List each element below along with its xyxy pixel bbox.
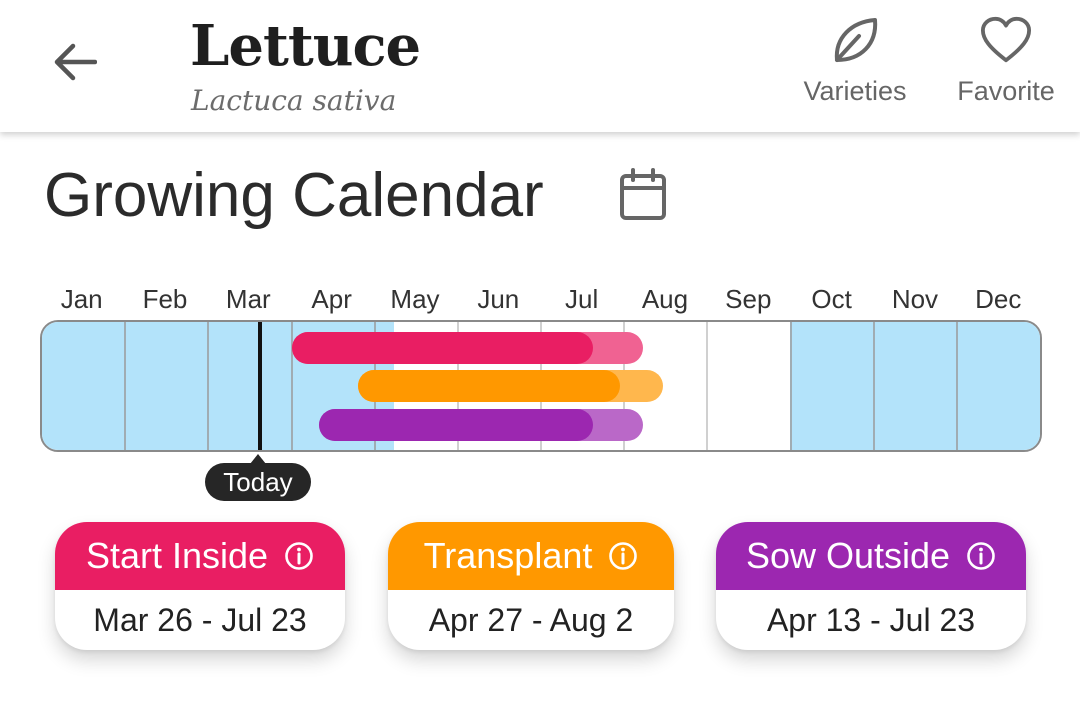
scientific-name: Lactuca sativa (191, 84, 397, 117)
varieties-label: Varieties (803, 76, 907, 106)
month-label: Nov (891, 284, 939, 314)
month-label: Jun (477, 284, 520, 314)
date-range: Apr 13 - Jul 23 (766, 601, 976, 638)
info-icon[interactable] (608, 541, 638, 571)
month-label: Oct (811, 284, 852, 314)
month-gridline (789, 322, 792, 450)
heart-outline-icon (980, 14, 1032, 66)
month-label: Mar (225, 284, 271, 314)
info-icon[interactable] (284, 541, 314, 571)
card-title: Start Inside (85, 535, 269, 576)
section-title: Growing Calendar (44, 161, 544, 230)
date-range: Apr 27 - Aug 2 (428, 601, 634, 638)
info-icon[interactable] (966, 541, 996, 571)
month-gridline (124, 322, 127, 450)
month-label: Dec (975, 284, 1022, 314)
month-label: Aug (641, 284, 689, 314)
transplant-card[interactable]: Transplant Apr 27 - Aug 2 (388, 522, 674, 650)
month-label: Jul (565, 284, 599, 314)
timeline-bar (318, 409, 593, 441)
favorite-label: Favorite (957, 76, 1055, 106)
arrow-left-icon (54, 43, 97, 81)
favorite-button[interactable]: Favorite (948, 14, 1064, 114)
month-label: Jan (60, 284, 103, 314)
month-label: Sep (725, 284, 772, 314)
card-header: Transplant (388, 522, 674, 590)
month-gridline (872, 322, 875, 450)
card-title: Transplant (423, 535, 593, 576)
growing-season-fall (790, 322, 1040, 450)
date-range: Mar 26 - Jul 23 (93, 601, 307, 638)
card-header: Start Inside (55, 522, 345, 590)
growing-calendar (40, 320, 1042, 452)
calendar-icon[interactable] (618, 168, 668, 222)
leaf-icon (829, 14, 881, 66)
today-marker (257, 322, 262, 450)
card-header: Sow Outside (716, 522, 1026, 590)
month-label: Apr (311, 284, 352, 314)
sow-outside-card[interactable]: Sow Outside Apr 13 - Jul 23 (716, 522, 1026, 650)
app-bar: Lettuce Lactuca sativa Varieties Favorit… (0, 0, 1080, 132)
timeline-bar (358, 370, 620, 402)
start-inside-card[interactable]: Start Inside Mar 26 - Jul 23 (55, 522, 345, 650)
timeline-bar (291, 332, 593, 364)
month-label: Feb (142, 284, 188, 314)
page-title: Lettuce (190, 13, 421, 79)
today-label: Today (205, 454, 311, 501)
varieties-button[interactable]: Varieties (795, 14, 915, 114)
month-gridline (706, 322, 709, 450)
month-label: May (390, 284, 440, 314)
back-button[interactable] (44, 32, 104, 92)
card-title: Sow Outside (745, 535, 951, 576)
month-labels: Jan Feb Mar Apr May Jun Jul Aug Sep Oct … (40, 284, 1040, 316)
month-gridline (207, 322, 210, 450)
month-gridline (955, 322, 958, 450)
